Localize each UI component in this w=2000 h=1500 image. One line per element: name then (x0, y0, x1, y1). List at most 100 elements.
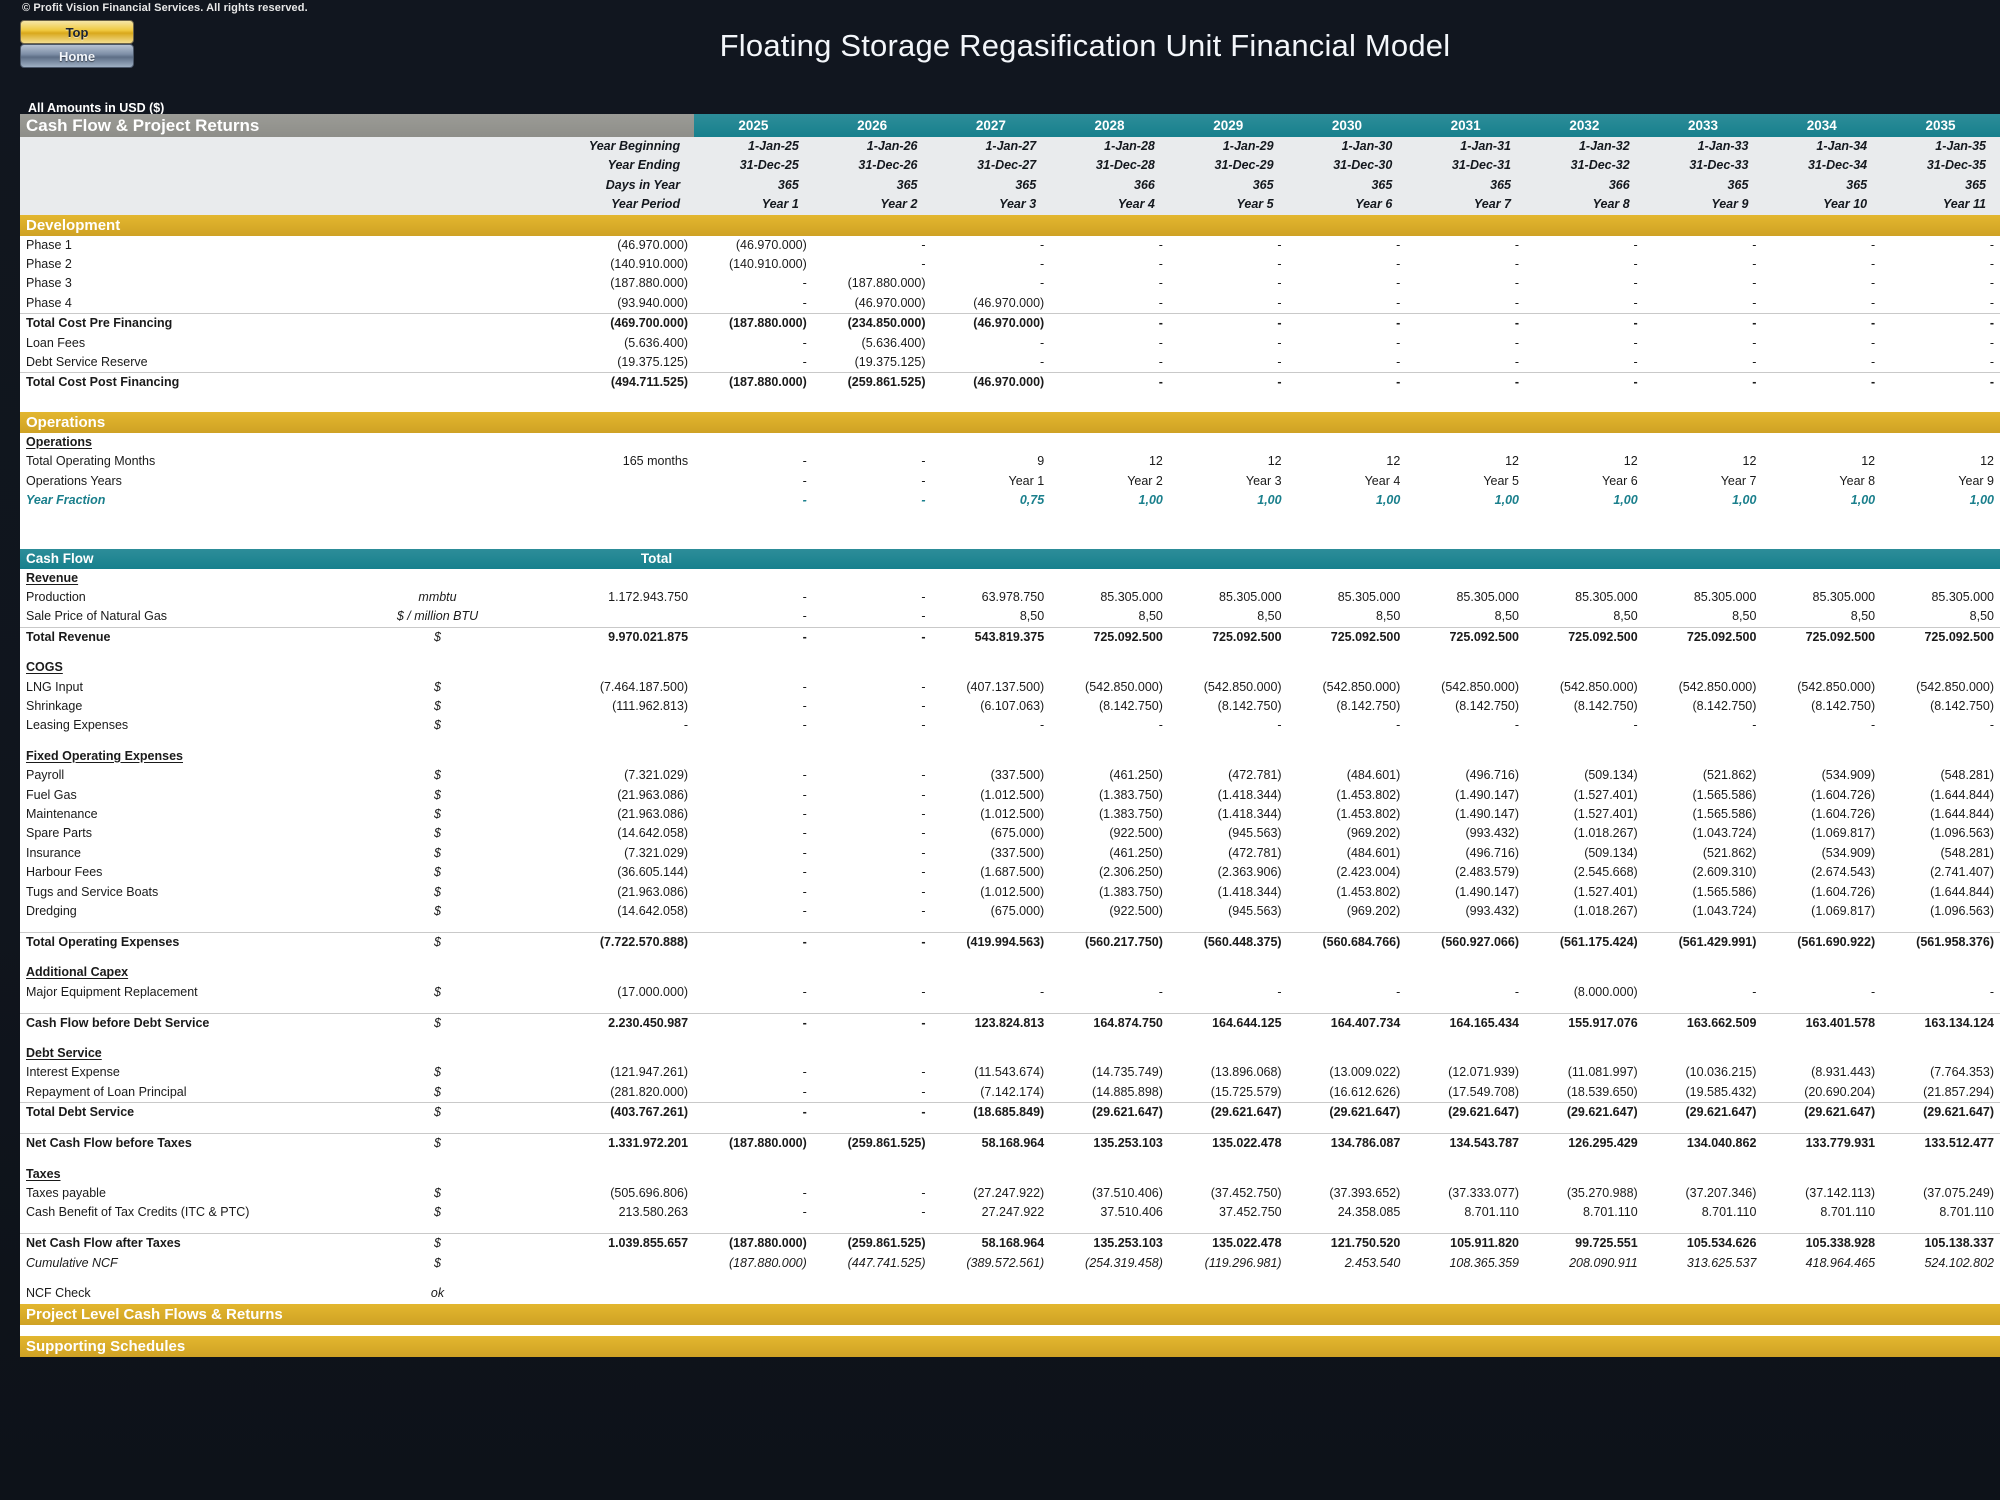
row-value (1288, 747, 1407, 766)
row-total (493, 658, 694, 677)
spacer-cell (931, 1273, 1051, 1285)
spacer-cell (931, 392, 1051, 412)
row-value: - (1752, 295, 1757, 310)
spacer-row (20, 1324, 2000, 1336)
row-value (1406, 569, 1525, 588)
row-value: (561.175.424) (1525, 931, 1644, 953)
row-value: 12 (1861, 454, 1876, 469)
subsection-label: Debt Service (26, 1046, 102, 1061)
header-row-value: 31-Dec-25 (694, 156, 813, 176)
spacer-cell (382, 1273, 493, 1285)
hdr-blank (382, 156, 493, 176)
project-returns-section-band: Project Level Cash Flows & Returns (20, 1303, 2000, 1325)
subsection-header-row: COGS (20, 658, 2000, 677)
development-section-band: Development (20, 214, 2000, 236)
row-value: 1,00 (1138, 493, 1163, 508)
row-value: (1.527.401) (1573, 787, 1638, 802)
spacer-cell (20, 1033, 383, 1045)
row-label: NCF Check (26, 1286, 91, 1301)
row-value (1169, 1165, 1288, 1184)
row-value: - (1633, 237, 1638, 252)
row-value: - (1870, 237, 1876, 252)
hdr-blank (382, 137, 493, 157)
row-value: 126.295.429 (1525, 1133, 1644, 1154)
row-value: - (1277, 984, 1282, 999)
row-value (1644, 569, 1763, 588)
row-value: - (802, 1065, 807, 1080)
header-row-value: 31-Dec-30 (1287, 156, 1407, 176)
row-value (694, 1284, 813, 1303)
row-value: - (1396, 335, 1401, 350)
table-row: Harbour Fees $ (36.605.144) - - (1.687.500) (2… (20, 863, 2000, 882)
spacer-cell (1050, 1002, 1169, 1014)
spacer-cell (1643, 1222, 1763, 1234)
row-value: 163.401.578 (1762, 1012, 1882, 1034)
row-value: - (921, 845, 926, 860)
row-unit: $ (434, 698, 441, 713)
row-value (1406, 1284, 1525, 1303)
spacer-cell (1287, 510, 1407, 530)
row-value: 85.305.000 (1337, 589, 1401, 604)
row-total (493, 1044, 694, 1063)
row-value: - (1287, 372, 1407, 393)
row-total: 9.970.021.875 (492, 626, 695, 648)
row-value: 725.092.500 (1762, 626, 1882, 648)
row-value (1762, 1044, 1881, 1063)
row-value: (8.142.750) (1573, 698, 1638, 713)
spacer-cell (812, 921, 932, 933)
row-total: (111.962.813) (612, 698, 689, 713)
section-label: Project Level Cash Flows & Returns (20, 1303, 2000, 1325)
row-value: (922.500) (1109, 826, 1163, 841)
row-value: 8,50 (1375, 609, 1401, 624)
table-body: Cash Flow & Project Returns 2025 2026 2027 2… (20, 114, 2000, 1357)
row-value (1050, 1044, 1169, 1063)
row-value: Year 9 (1958, 473, 1994, 488)
row-value: (187.880.000) (694, 1233, 813, 1254)
row-value: - (1396, 237, 1401, 252)
row-value: (7.142.174) (980, 1084, 1045, 1099)
spacer-cell (492, 529, 695, 549)
header-row-value: 365 (1168, 175, 1288, 196)
spacer-cell (382, 1122, 493, 1134)
row-value: (1.490.147) (1455, 806, 1519, 821)
row-value: (1.490.147) (1455, 884, 1519, 899)
row-unit (382, 255, 493, 274)
row-value: (14.885.898) (1092, 1084, 1163, 1099)
row-value: (534.909) (1821, 768, 1876, 783)
spacer-cell (20, 1324, 383, 1336)
spacer-cell (931, 510, 1051, 530)
row-value: (17.549.708) (1448, 1084, 1519, 1099)
row-value: (6.107.063) (980, 698, 1045, 713)
table-row: Spare Parts $ (14.642.058) - - (675.000) (922.… (20, 824, 2000, 843)
spacer-cell (1168, 921, 1288, 933)
row-value: (534.909) (1821, 845, 1876, 860)
row-value: - (802, 589, 807, 604)
row-value: Year 6 (1602, 473, 1638, 488)
spacer-cell (1762, 392, 1882, 412)
row-unit: $ (434, 1185, 441, 1200)
table-row: Operations Years - - Year 1 Year 2 Year 3 Year… (20, 472, 2000, 491)
row-value (1762, 747, 1881, 766)
subsection-label: Taxes (26, 1166, 61, 1181)
header-row-value: 31-Dec-29 (1168, 156, 1288, 176)
table-row: Interest Expense $ (121.947.261) - - (11.543.… (20, 1063, 2000, 1082)
row-value: 155.917.076 (1525, 1012, 1644, 1034)
row-value: (1.383.750) (1098, 787, 1163, 802)
row-value: - (921, 237, 926, 252)
row-value: (8.142.750) (1811, 698, 1876, 713)
row-label: Payroll (26, 768, 65, 783)
row-value (694, 1044, 813, 1063)
spacer-row (20, 1002, 2000, 1014)
row-value: (259.861.525) (812, 1233, 932, 1254)
band-cell (694, 548, 813, 569)
row-value: - (921, 884, 926, 899)
row-value (931, 569, 1050, 588)
row-value (1288, 658, 1407, 677)
row-unit: $ (434, 806, 441, 821)
year-column-header: 2028 (1050, 114, 1169, 137)
spacer-cell (1287, 735, 1407, 747)
row-value: (419.994.563) (931, 931, 1051, 953)
row-value (1644, 1044, 1763, 1063)
row-unit: $ (434, 1065, 441, 1080)
row-value: (675.000) (990, 904, 1045, 918)
